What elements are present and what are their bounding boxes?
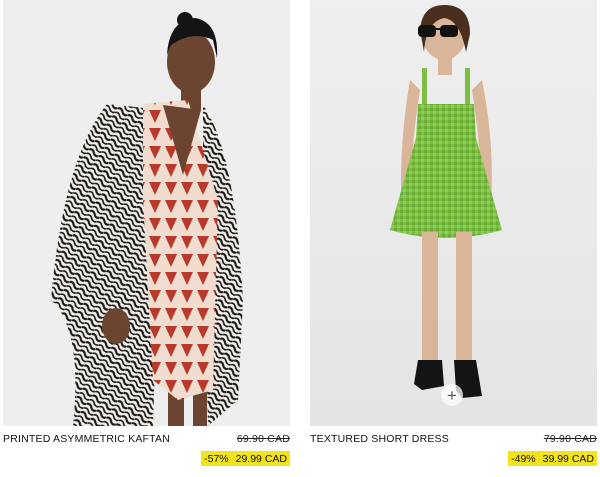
original-price: 69.90 CAD bbox=[236, 433, 290, 445]
product-card-dress[interactable]: + TEXTURED SHORT DRESS 79.90 CAD -49% 39… bbox=[310, 0, 597, 466]
sale-price: 29.99 CAD bbox=[235, 452, 287, 465]
sale-price: 39.99 CAD bbox=[542, 452, 594, 465]
sale-price-badge: -49% 39.99 CAD bbox=[508, 451, 597, 466]
add-to-bag-button[interactable]: + bbox=[441, 384, 463, 406]
sale-price-badge: -57% 29.99 CAD bbox=[201, 451, 290, 466]
discount-percent: -57% bbox=[204, 452, 229, 465]
kaftan-model-illustration bbox=[3, 0, 290, 426]
product-name[interactable]: TEXTURED SHORT DRESS bbox=[310, 433, 449, 445]
original-price: 79.90 CAD bbox=[543, 433, 597, 445]
product-name[interactable]: PRINTED ASYMMETRIC KAFTAN bbox=[3, 433, 170, 445]
product-card-kaftan[interactable]: PRINTED ASYMMETRIC KAFTAN 69.90 CAD -57%… bbox=[3, 0, 290, 466]
product-image-kaftan[interactable] bbox=[3, 0, 290, 426]
dress-model-illustration bbox=[310, 0, 597, 426]
product-image-dress[interactable]: + bbox=[310, 0, 597, 426]
discount-percent: -49% bbox=[511, 452, 536, 465]
